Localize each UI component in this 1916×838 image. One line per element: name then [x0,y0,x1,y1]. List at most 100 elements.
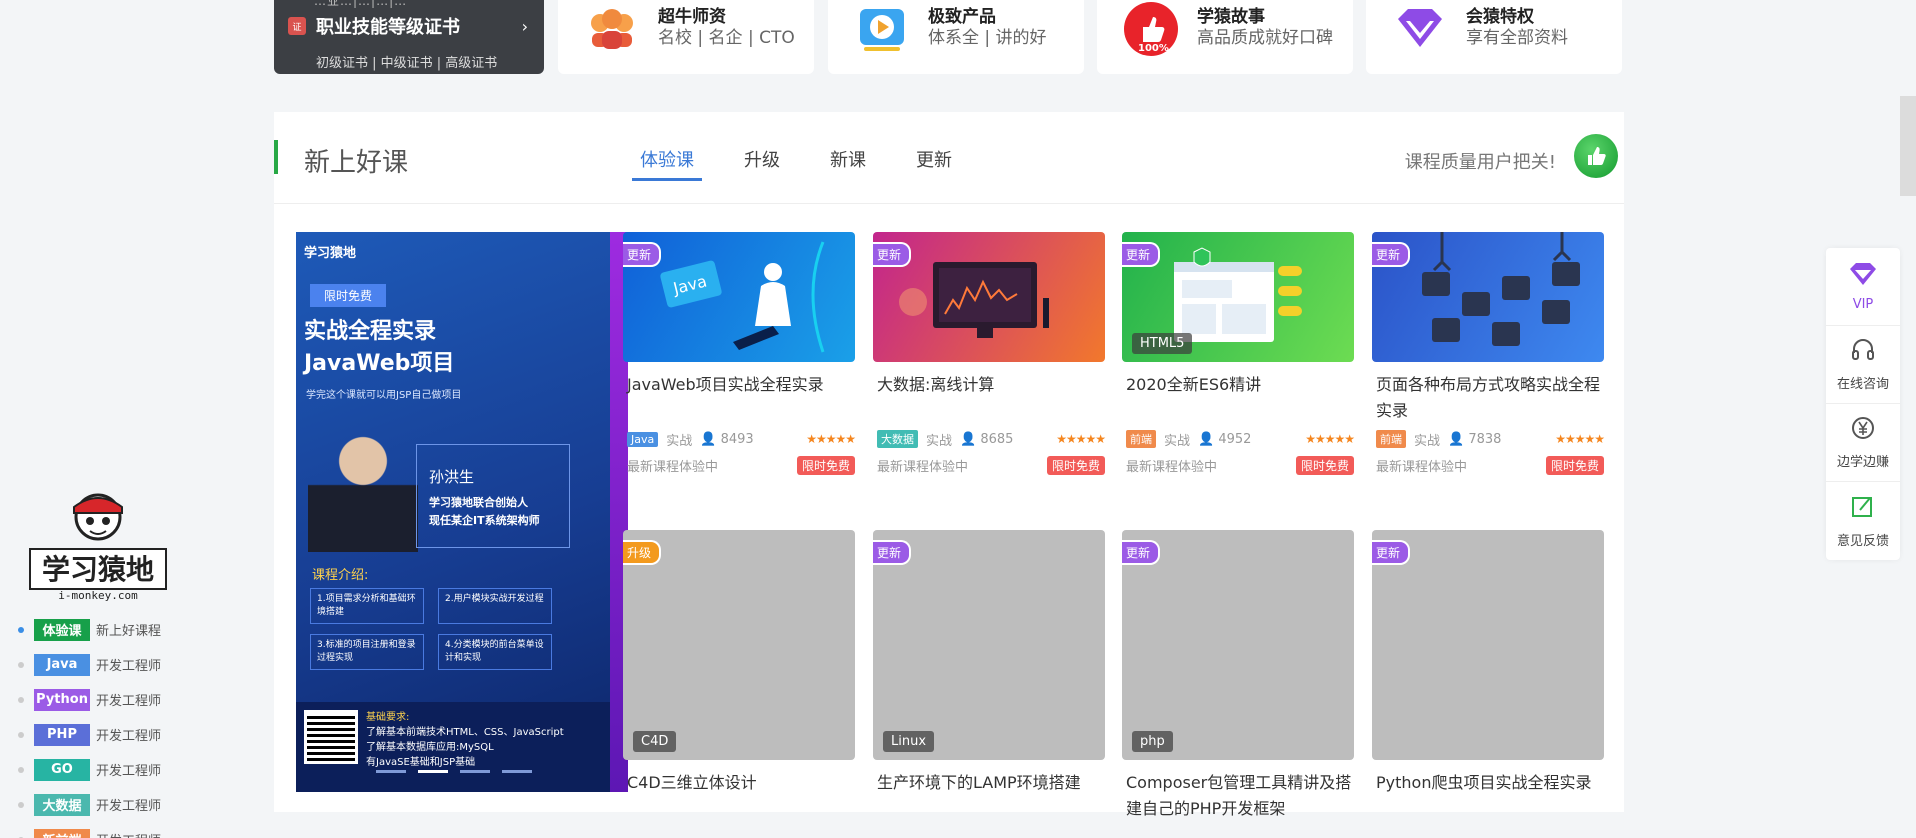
course-status: 最新课程体验中 [1376,460,1468,475]
course-badge: 更新 [1372,242,1411,267]
nav-item-php[interactable]: PHP 开发工程师 [18,717,161,752]
carousel-dot[interactable] [376,770,406,773]
free-badge: 限时免费 [1295,456,1354,475]
section-title: 新上好课 [304,148,409,178]
page-scrollbar[interactable] [1900,96,1916,196]
course-card[interactable]: 更新 HTML5 2020全新ES6精讲 前端 实战 👤 4952 ★★★★★ … [1122,232,1355,475]
nav-tag: Java [34,653,90,676]
accent-bar [274,140,278,174]
course-thumbnail[interactable]: 更新 php [1122,530,1354,760]
edit-feedback-icon [1850,494,1876,524]
monkey-logo[interactable]: 学习猿地 i-monkey.com [28,485,168,602]
nav-item-java[interactable]: Java 开发工程师 [18,647,161,682]
course-status: 最新课程体验中 [877,460,969,475]
carousel-dot[interactable] [502,770,532,773]
student-count: 8493 [720,431,754,447]
tab-trial[interactable]: 体验课 [632,146,702,181]
tech-chip: C4D [633,731,677,752]
feedback-button[interactable]: 意见反馈 [1826,482,1900,560]
feature-subtitle: 名校 | 名企 | CTO [658,28,795,48]
cert-subtitle: 初级证书 | 中级证书 | 高级证书 [316,56,498,71]
nav-text: 开发工程师 [96,694,162,709]
rating-stars: ★★★★★ [1305,432,1355,446]
course-title[interactable]: 生产环境下的LAMP环境搭建 [873,770,1105,824]
course-card[interactable]: 更新 Linux 生产环境下的LAMP环境搭建 [873,530,1105,824]
chevron-right-icon: › [521,16,528,36]
nav-tag: GO [34,758,90,781]
course-level: 实战 [666,433,693,449]
promo-banner[interactable]: 学习猿地 限时免费 实战全程实录 JavaWeb项目 学完这个课就可以用JSP自… [296,232,628,792]
course-title[interactable]: C4D三维立体设计 [623,770,855,824]
nav-item-bigdata[interactable]: 大数据 开发工程师 [18,787,161,822]
banner-headline-2: JavaWeb项目 [304,351,455,376]
course-thumbnail[interactable]: 更新 Linux [873,530,1105,760]
feature-title: 学猿故事 [1197,7,1265,27]
cert-menu[interactable]: …业…|…|…|… 证 职业技能等级证书 › 初级证书 | 中级证书 | 高级证… [274,0,544,74]
learn-earn-button[interactable]: 边学边赚 [1826,404,1900,482]
feature-subtitle: 体系全 | 讲的好 [928,28,1047,48]
rating-stars: ★★★★★ [1056,432,1106,446]
course-card[interactable]: 更新 php Composer包管理工具精讲及搭建自己的PHP开发框架 [1122,530,1354,824]
teacher-name: 孙洪生 [429,468,475,486]
course-level: 实战 [1414,433,1441,449]
course-thumbnail[interactable]: 升级 C4D [623,530,855,760]
feature-title: 会猿特权 [1466,7,1534,27]
vip-button[interactable]: VIP [1826,248,1900,326]
free-badge: 限时免费 [1046,456,1105,475]
student-count: 8685 [980,431,1014,447]
feature-vip[interactable]: 会猿特权 享有全部资料 [1366,0,1622,74]
banner-tag: 限时免费 [310,284,387,307]
nav-item-python[interactable]: Python 开发工程师 [18,682,161,717]
nav-item-trial[interactable]: 体验课 新上好课程 [18,612,161,647]
nav-tag: 新前端 [34,828,90,838]
tab-new[interactable]: 新课 [822,146,874,181]
course-title[interactable]: 2020全新ES6精讲 [1122,372,1354,426]
yen-coin-icon [1850,415,1876,445]
nav-text: 开发工程师 [96,729,162,744]
headset-icon [1850,337,1876,367]
feature-stories[interactable]: 100% 学猿故事 高品质成就好口碑 [1097,0,1353,74]
course-card[interactable]: 升级 C4D C4D三维立体设计 [623,530,855,824]
feature-teachers[interactable]: 超牛师资 名校 | 名企 | CTO [558,0,814,74]
course-thumbnail[interactable]: 更新 [873,232,1105,362]
course-title[interactable]: 大数据:离线计算 [873,372,1105,426]
feature-title: 超牛师资 [658,7,726,27]
course-thumbnail[interactable]: 更新 [1372,232,1604,362]
tab-upgrade[interactable]: 升级 [736,146,788,181]
nav-text: 开发工程师 [96,799,162,814]
feature-subtitle: 高品质成就好口碑 [1197,28,1333,48]
tab-updated[interactable]: 更新 [908,146,960,181]
course-card[interactable]: 更新 大数据:离线计算 大数据 实战 👤 8685 ★★★★★ 最新课程体验中 … [873,232,1106,475]
diamond-icon [1392,1,1448,57]
nav-tag: 体验课 [34,618,90,641]
banner-logo: 学习猿地 [304,246,357,261]
course-card[interactable]: 更新 Python爬虫项目实战全程实录 [1372,530,1604,824]
nav-dot [18,731,24,738]
course-title[interactable]: Python爬虫项目实战全程实录 [1372,770,1604,824]
rating-stars: ★★★★★ [1555,432,1605,446]
course-thumbnail[interactable]: 更新 [1372,530,1604,760]
nav-item-frontend[interactable]: 新前端开发工程师 [18,822,161,838]
nav-text: 新上好课程 [96,624,162,639]
feature-subtitle: 享有全部资料 [1466,28,1568,48]
carousel-dot[interactable] [418,770,448,773]
course-title[interactable]: 页面各种布局方式攻略实战全程实录 [1372,372,1604,426]
panel-header: 新上好课 体验课 升级 新课 更新 课程质量用户把关! [274,112,1624,204]
course-thumbnail[interactable]: Java 更新 [623,232,855,362]
nav-item-go[interactable]: GO 开发工程师 [18,752,161,787]
course-card[interactable]: Java 更新 JavaWeb项目实战全程实录 Java 实战 👤 8493 ★… [623,232,856,475]
course-title[interactable]: Composer包管理工具精讲及搭建自己的PHP开发框架 [1122,770,1354,824]
online-consult-button[interactable]: 在线咨询 [1826,326,1900,404]
course-card[interactable]: 更新 页面各种布局方式攻略实战全程实录 前端 实战 👤 7838 ★★★★★ 最… [1372,232,1605,475]
user-icon: 👤 [1448,431,1465,447]
teachers-icon [584,1,640,57]
carousel-dots [376,770,544,773]
nav-text: 开发工程师 [96,830,161,838]
logo-text: 学习猿地 [42,553,154,586]
course-thumbnail[interactable]: 更新 HTML5 [1122,232,1354,362]
course-title[interactable]: JavaWeb项目实战全程实录 [623,372,855,426]
carousel-dot[interactable] [460,770,490,773]
feature-product[interactable]: 极致产品 体系全 | 讲的好 [828,0,1084,74]
user-icon: 👤 [1198,431,1215,447]
feature-title: 极致产品 [928,7,996,27]
